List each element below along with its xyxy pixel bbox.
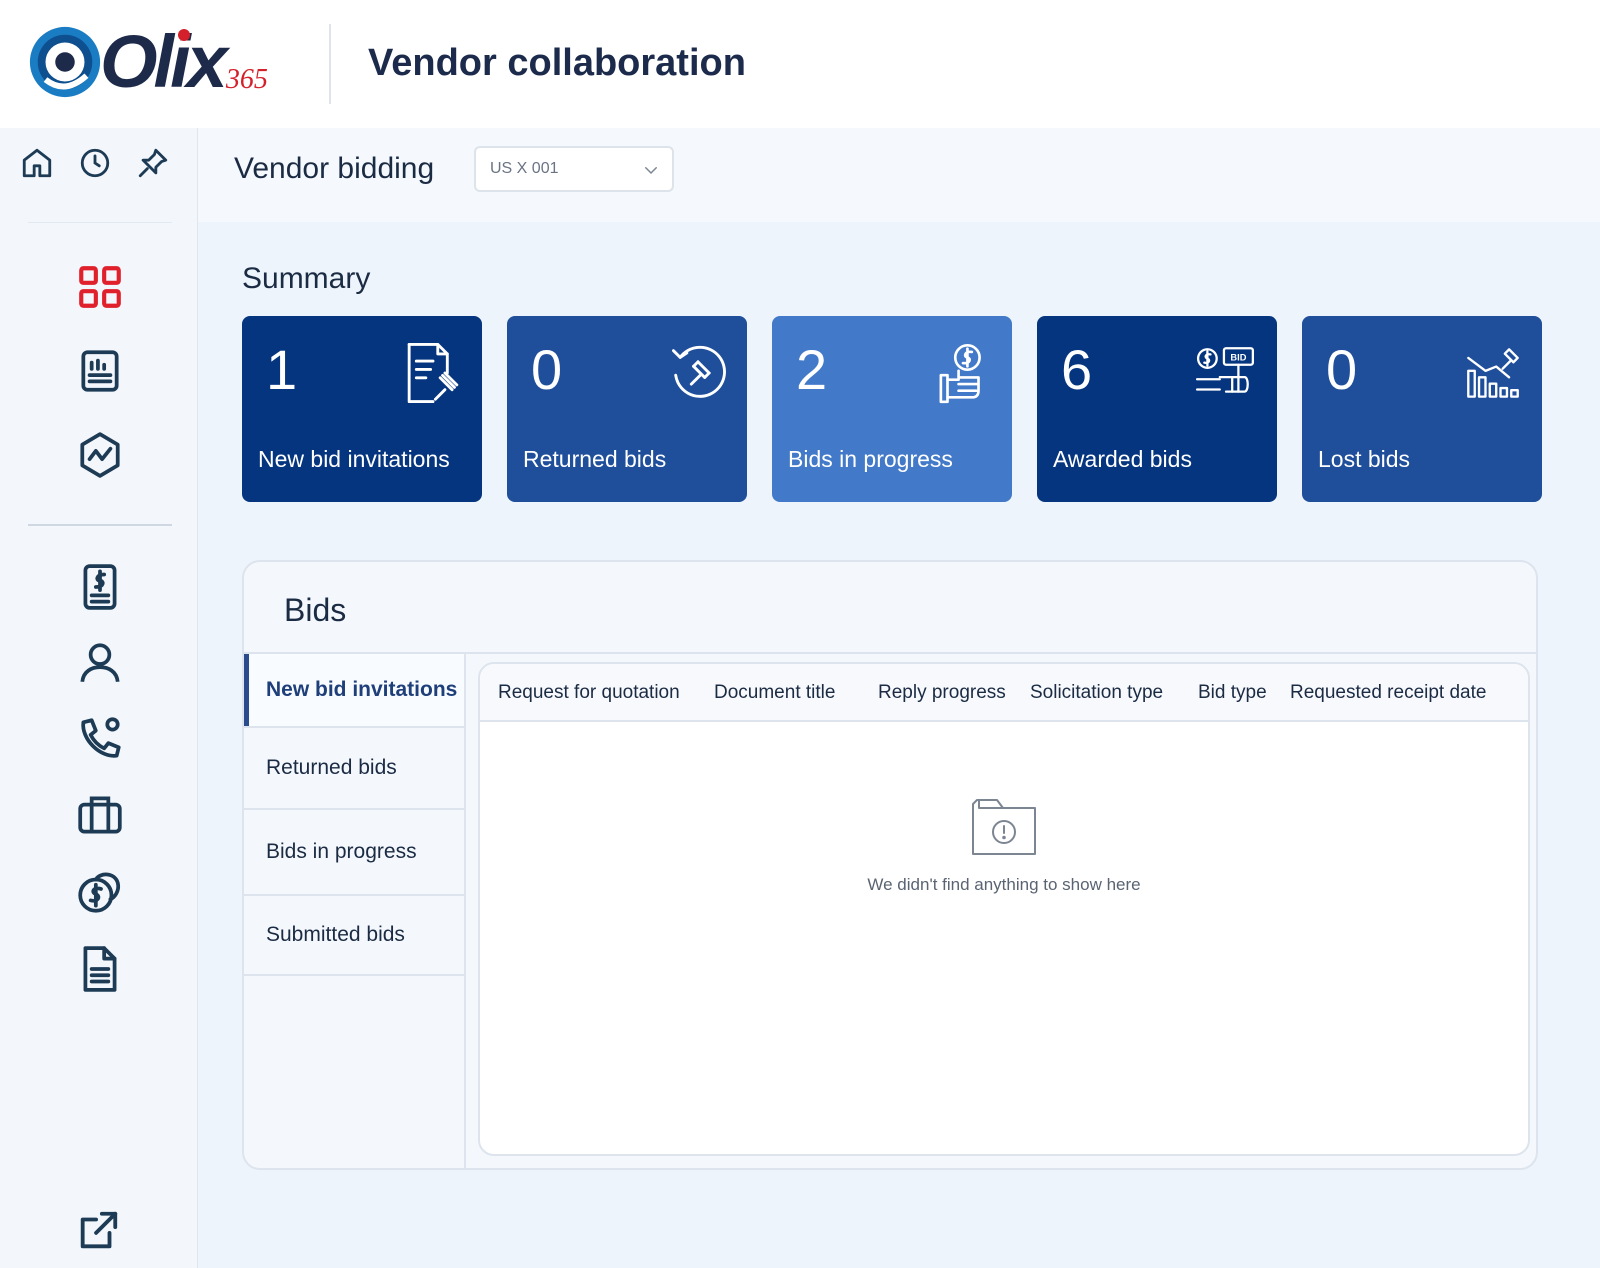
- empty-message: We didn't find anything to show here: [867, 875, 1141, 894]
- bid-sign-icon: BID: [1195, 347, 1255, 393]
- column-header[interactable]: Document title: [714, 682, 835, 704]
- briefcase-icon[interactable]: [75, 790, 125, 840]
- rail-divider-top: [28, 222, 172, 223]
- logo-subtext: 365: [225, 64, 268, 95]
- bids-title: Bids: [284, 592, 347, 628]
- summary-card-new-bid-invitations[interactable]: 1 New bid invitations: [242, 316, 482, 502]
- open-external-icon[interactable]: [75, 1208, 121, 1254]
- quick-actions: [20, 146, 170, 180]
- chart-down-gavel-icon: [1467, 348, 1519, 398]
- svg-text:BID: BID: [1230, 353, 1246, 363]
- summary-card-bids-in-progress[interactable]: 2 Bids in progress: [772, 316, 1012, 502]
- document-gavel-icon: [407, 342, 459, 404]
- olix-logo[interactable]: Olix 365: [26, 22, 296, 102]
- tab-submitted-bids[interactable]: Submitted bids: [244, 896, 464, 976]
- logo-wordmark: Olix: [100, 20, 228, 103]
- page-title: Vendor bidding: [234, 152, 435, 185]
- column-header[interactable]: Solicitation type: [1030, 682, 1163, 704]
- card-label: Returned bids: [523, 446, 667, 472]
- bids-tabs: New bid invitations Returned bids Bids i…: [244, 654, 466, 1168]
- home-icon[interactable]: [20, 146, 54, 180]
- card-label: Awarded bids: [1053, 446, 1192, 472]
- tab-bids-in-progress[interactable]: Bids in progress: [244, 810, 464, 896]
- contact-phone-icon[interactable]: [75, 714, 125, 764]
- column-header[interactable]: Requested receipt date: [1290, 682, 1486, 704]
- money-icon[interactable]: [75, 866, 125, 916]
- document-icon[interactable]: [75, 944, 125, 994]
- invoice-icon[interactable]: [75, 562, 125, 612]
- column-header[interactable]: Request for quotation: [498, 682, 680, 704]
- report-icon[interactable]: [75, 346, 125, 396]
- company-select-value: US X 001: [490, 160, 559, 177]
- clock-icon[interactable]: [78, 146, 112, 180]
- card-label: Bids in progress: [788, 446, 953, 472]
- card-value: 0: [1326, 338, 1358, 401]
- summary-title: Summary: [242, 262, 371, 295]
- card-value: 1: [266, 338, 298, 401]
- rail-divider: [28, 524, 172, 526]
- return-gavel-icon: [672, 345, 726, 398]
- chevron-down-icon: [645, 167, 657, 175]
- card-value: 2: [796, 338, 828, 401]
- card-label: Lost bids: [1318, 446, 1411, 472]
- page-header: Vendor bidding US X 001: [198, 128, 1600, 222]
- left-rail: [0, 128, 198, 1268]
- summary-card-lost-bids[interactable]: 0 Lost bids: [1302, 316, 1542, 502]
- top-bar: Olix 365 Vendor collaboration: [0, 0, 1600, 128]
- tab-returned-bids[interactable]: Returned bids: [244, 728, 464, 810]
- analytics-icon[interactable]: [75, 430, 125, 480]
- tab-new-bid-invitations[interactable]: New bid invitations: [244, 654, 464, 728]
- empty-folder-icon: [972, 799, 1036, 855]
- card-label: New bid invitations: [258, 446, 450, 472]
- pin-icon[interactable]: [136, 146, 170, 180]
- header-divider: [329, 24, 331, 104]
- table-header: Request for quotation Document title Rep…: [480, 664, 1528, 722]
- summary-card-returned-bids[interactable]: 0 Returned bids: [507, 316, 747, 502]
- bids-panel: Bids New bid invitations Returned bids B…: [242, 560, 1538, 1170]
- hand-dollar-icon: [939, 343, 981, 404]
- app-title: Vendor collaboration: [368, 42, 746, 84]
- bids-table: Request for quotation Document title Rep…: [478, 662, 1530, 1156]
- card-value: 6: [1061, 338, 1093, 401]
- user-icon[interactable]: [75, 638, 125, 688]
- company-select[interactable]: US X 001: [474, 146, 674, 192]
- empty-state: We didn't find anything to show here: [480, 794, 1528, 895]
- card-value: 0: [531, 338, 563, 401]
- summary-card-awarded-bids[interactable]: 6 Awarded bids BID: [1037, 316, 1277, 502]
- column-header[interactable]: Bid type: [1198, 682, 1267, 704]
- olix-logo-mark-icon: [29, 26, 101, 98]
- dashboard-grid-icon[interactable]: [75, 262, 125, 312]
- column-header[interactable]: Reply progress: [878, 682, 1006, 704]
